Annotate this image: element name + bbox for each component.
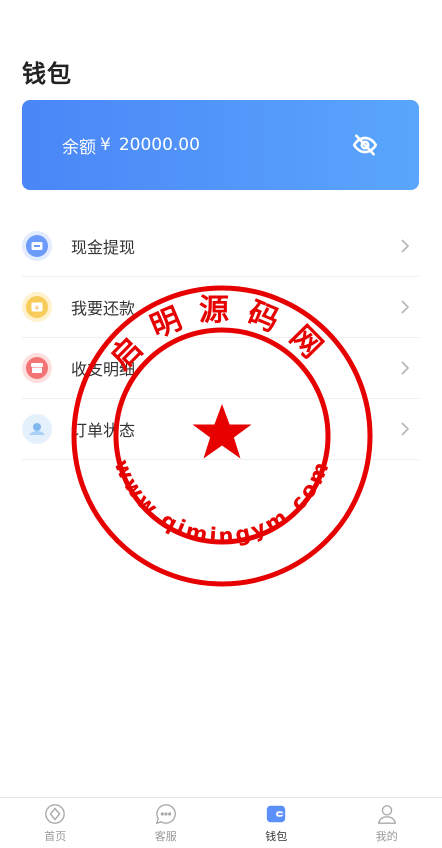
repay-icon: ¥: [22, 292, 52, 322]
balance-label: 余额: [62, 137, 96, 158]
chevron-right-icon: [401, 239, 410, 253]
currency-symbol: ¥: [100, 135, 111, 155]
svg-text:¥: ¥: [35, 304, 39, 312]
tab-wallet[interactable]: 钱包: [221, 798, 332, 848]
tab-label: 首页: [44, 829, 67, 843]
user-icon: [377, 804, 396, 824]
chevron-right-icon: [401, 300, 410, 314]
svg-text:www.qimingym.com: www.qimingym.com: [110, 456, 335, 549]
cash-withdraw-icon: [22, 231, 52, 261]
watermark-bottom-text: www.qimingym.com: [110, 456, 332, 549]
tab-label: 客服: [154, 829, 177, 843]
balance-amount: 20000.00: [118, 135, 200, 155]
tab-label: 钱包: [265, 829, 288, 843]
menu-label: 我要还款: [71, 299, 136, 318]
tab-mine[interactable]: 我的: [332, 798, 442, 848]
menu-item-order-status[interactable]: 订单状态: [22, 399, 419, 460]
page-title: 钱包: [22, 60, 72, 88]
menu-label: 现金提现: [71, 238, 136, 257]
menu-item-repay[interactable]: ¥ 我要还款: [22, 277, 419, 338]
order-status-icon: [22, 414, 52, 444]
chevron-right-icon: [401, 361, 410, 375]
balance-card: 余额 ¥ 20000.00: [22, 100, 419, 190]
chevron-right-icon: [401, 422, 410, 436]
transactions-icon: [22, 353, 52, 383]
menu-item-transactions[interactable]: 收支明细: [22, 338, 419, 399]
chat-icon: [155, 803, 176, 824]
wallet-menu: 现金提现 ¥ 我要还款 收支明细 订单状态: [22, 216, 419, 460]
menu-item-cash-withdraw[interactable]: 现金提现: [22, 216, 419, 277]
home-icon: [45, 803, 66, 824]
menu-label: 订单状态: [71, 421, 136, 440]
tab-label: 我的: [375, 829, 398, 843]
wallet-icon: [267, 805, 286, 822]
menu-label: 收支明细: [71, 360, 136, 379]
tab-service[interactable]: 客服: [111, 798, 222, 848]
balance-display: 余额 ¥ 20000.00: [62, 133, 200, 158]
eye-off-icon[interactable]: [351, 131, 379, 159]
tab-home[interactable]: 首页: [0, 798, 111, 848]
bottom-tabbar: 首页 客服 钱包 我的: [0, 797, 442, 848]
